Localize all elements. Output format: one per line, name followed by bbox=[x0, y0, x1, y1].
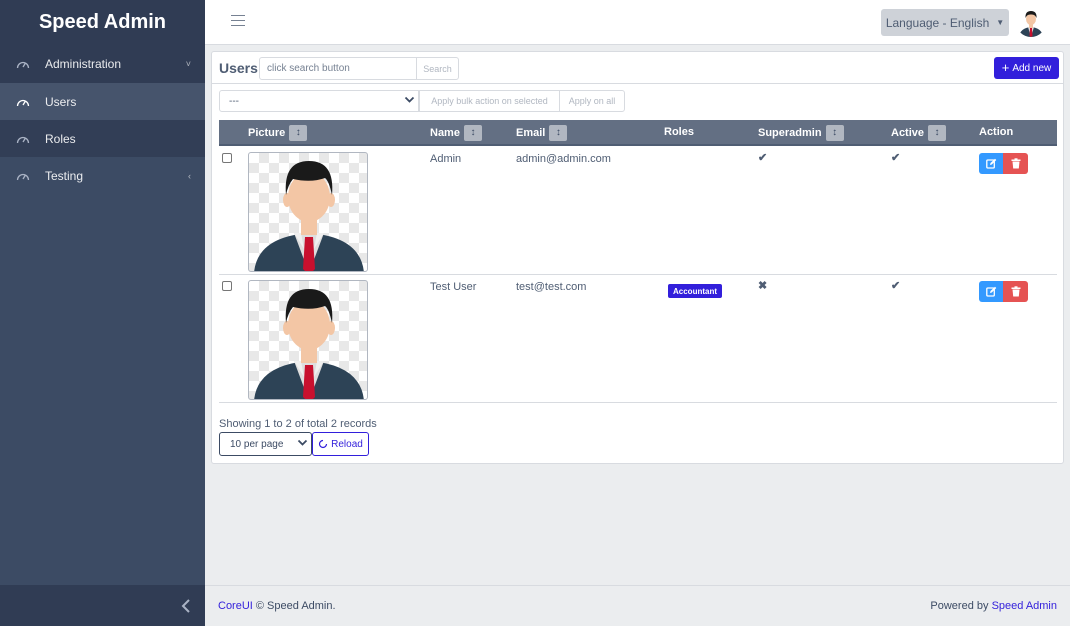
check-icon: ✔ bbox=[758, 152, 768, 164]
user-name: Test User bbox=[430, 281, 477, 293]
footer: CoreUI © Speed Admin. Powered by Speed A… bbox=[205, 585, 1070, 626]
reload-label: Reload bbox=[331, 438, 363, 450]
user-name: Admin bbox=[430, 153, 462, 165]
column-action: Action bbox=[979, 126, 1013, 138]
column-name: Name ↕ bbox=[430, 125, 482, 141]
per-page-value: 10 per page bbox=[230, 438, 284, 450]
card-header: Users Search + Add new bbox=[212, 52, 1063, 84]
sidebar-item-label: Testing bbox=[45, 168, 84, 183]
apply-on-all-button[interactable]: Apply on all bbox=[559, 90, 625, 112]
trash-icon bbox=[1011, 158, 1020, 169]
sort-icon[interactable]: ↕ bbox=[463, 125, 482, 141]
add-new-label: Add new bbox=[1012, 62, 1052, 74]
reload-button[interactable]: Reload bbox=[312, 432, 369, 456]
chevron-down-icon bbox=[404, 94, 415, 108]
delete-button[interactable] bbox=[1003, 153, 1028, 174]
sidebar-item-administration[interactable]: Administration ˅ bbox=[0, 45, 205, 83]
chevron-down-icon bbox=[297, 437, 308, 451]
sidebar-item-users[interactable]: Users bbox=[0, 83, 205, 120]
bulk-select-value: --- bbox=[229, 95, 239, 107]
reload-icon bbox=[319, 439, 328, 449]
sidebar-item-label: Roles bbox=[45, 131, 76, 146]
per-page-select[interactable]: 10 per page bbox=[219, 432, 312, 456]
footer-right: Powered by Speed Admin bbox=[930, 600, 1057, 612]
page-title: Users bbox=[219, 60, 258, 76]
column-label: Email bbox=[516, 127, 546, 139]
user-email: admin@admin.com bbox=[516, 153, 611, 165]
table-row: Admin admin@admin.com ✔ ✔ bbox=[219, 147, 1057, 275]
pagination-info: Showing 1 to 2 of total 2 records bbox=[219, 418, 377, 430]
sort-icon[interactable]: ↕ bbox=[289, 125, 308, 141]
add-new-button[interactable]: + Add new bbox=[994, 57, 1059, 79]
brand-logo[interactable]: Speed Admin bbox=[0, 0, 205, 45]
plus-icon: + bbox=[1001, 60, 1010, 75]
sidebar-item-roles[interactable]: Roles bbox=[0, 120, 205, 157]
speedometer-icon bbox=[16, 133, 32, 145]
edit-button[interactable] bbox=[979, 153, 1004, 174]
speedometer-icon bbox=[16, 96, 32, 108]
sidebar-item-testing[interactable]: Testing ‹ bbox=[0, 157, 205, 194]
caret-down-icon: ▼ bbox=[996, 18, 1005, 27]
column-picture: Picture ↕ bbox=[248, 125, 308, 141]
cross-icon: ✖ bbox=[758, 280, 768, 292]
header: Language - English ▼ bbox=[205, 0, 1070, 45]
role-badge: Accountant bbox=[668, 284, 722, 298]
column-label: Roles bbox=[664, 126, 694, 138]
chevron-down-icon: ˅ bbox=[185, 59, 191, 69]
coreui-link[interactable]: CoreUI bbox=[218, 600, 253, 612]
row-checkbox[interactable] bbox=[222, 153, 232, 163]
edit-icon bbox=[986, 286, 997, 297]
delete-button[interactable] bbox=[1003, 281, 1028, 302]
hamburger-menu-icon[interactable] bbox=[231, 15, 245, 29]
edit-button[interactable] bbox=[979, 281, 1004, 302]
column-superadmin: Superadmin ↕ bbox=[758, 125, 844, 141]
user-picture bbox=[248, 152, 368, 272]
trash-icon bbox=[1011, 286, 1020, 297]
row-checkbox[interactable] bbox=[222, 281, 232, 291]
column-label: Superadmin bbox=[758, 127, 822, 139]
speedometer-icon bbox=[16, 58, 32, 70]
search-button[interactable]: Search bbox=[416, 57, 459, 80]
footer-left: CoreUI © Speed Admin. bbox=[218, 600, 336, 612]
table-row: Test User test@test.com Accountant ✖ ✔ bbox=[219, 275, 1057, 403]
avatar[interactable] bbox=[1016, 7, 1046, 37]
user-email: test@test.com bbox=[516, 281, 587, 293]
language-label: Language - English bbox=[885, 15, 990, 30]
check-icon: ✔ bbox=[891, 280, 901, 292]
column-label: Action bbox=[979, 126, 1014, 138]
powered-by-text: Powered by bbox=[930, 600, 992, 612]
edit-icon bbox=[986, 158, 997, 169]
speedometer-icon bbox=[16, 170, 32, 182]
column-active: Active ↕ bbox=[891, 125, 947, 141]
user-picture bbox=[248, 280, 368, 400]
users-card: Users Search + Add new --- Apply bulk ac… bbox=[211, 51, 1064, 464]
check-icon: ✔ bbox=[891, 152, 901, 164]
sidebar-minimizer[interactable] bbox=[0, 585, 205, 626]
column-label: Name bbox=[430, 127, 460, 139]
column-label: Active bbox=[891, 127, 925, 139]
sidebar: Speed Admin Administration ˅ Users Roles… bbox=[0, 0, 205, 626]
sidebar-item-label: Administration bbox=[45, 57, 122, 71]
table-header: Picture ↕ Name ↕ Email ↕ Roles Superadmi… bbox=[219, 120, 1057, 146]
sort-icon[interactable]: ↕ bbox=[549, 125, 568, 141]
sort-icon[interactable]: ↕ bbox=[928, 125, 947, 141]
apply-bulk-selected-button[interactable]: Apply bulk action on selected bbox=[419, 90, 560, 112]
column-label: Picture bbox=[248, 127, 286, 139]
chevron-left-icon bbox=[181, 598, 190, 613]
speed-admin-link[interactable]: Speed Admin bbox=[992, 600, 1057, 612]
chevron-left-icon: ‹ bbox=[188, 170, 191, 181]
bulk-action-select[interactable]: --- bbox=[219, 90, 419, 112]
sort-icon[interactable]: ↕ bbox=[825, 125, 844, 141]
sidebar-item-label: Users bbox=[45, 94, 77, 109]
column-email: Email ↕ bbox=[516, 125, 568, 141]
search-input[interactable] bbox=[259, 57, 417, 80]
language-dropdown[interactable]: Language - English ▼ bbox=[881, 9, 1009, 36]
column-roles: Roles bbox=[664, 126, 694, 138]
footer-copyright: © Speed Admin. bbox=[252, 600, 336, 612]
